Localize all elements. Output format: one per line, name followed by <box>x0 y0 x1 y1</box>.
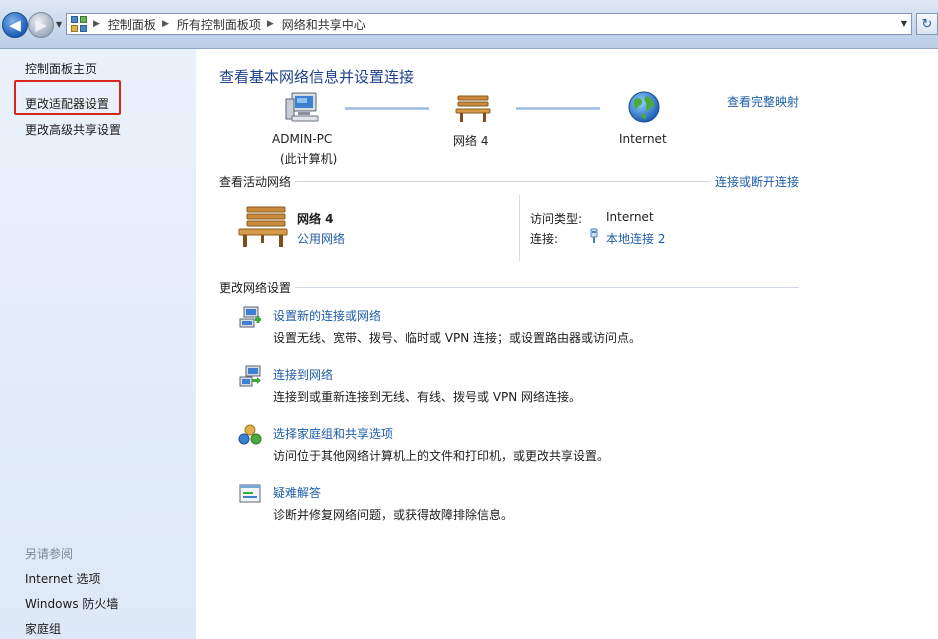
sidebar-link-advanced-sharing[interactable]: 更改高级共享设置 <box>25 121 121 138</box>
refresh-button[interactable]: ↻ <box>916 13 938 35</box>
breadcrumb-chevron-icon[interactable]: ▶ <box>162 19 169 29</box>
change-settings-header: 更改网络设置 <box>219 279 799 296</box>
task-troubleshoot-desc: 诊断并修复网络问题，或获得故障排除信息。 <box>273 508 514 522</box>
control-panel-icon <box>71 16 87 32</box>
sidebar-link-internet-options[interactable]: Internet 选项 <box>25 570 100 587</box>
address-dropdown-icon[interactable]: ▼ <box>901 19 907 28</box>
active-networks-header: 查看活动网络 连接或断开连接 <box>219 173 799 190</box>
task-new-connection-link[interactable]: 设置新的连接或网络 <box>273 307 381 324</box>
local-connection-link[interactable]: 本地连接 2 <box>606 230 665 247</box>
main-content: 查看基本网络信息并设置连接 查看完整映射 ADMIN-PC (此计算机) 网络 … <box>196 49 938 639</box>
back-button[interactable]: ◀ <box>2 12 28 38</box>
sidebar-link-homegroup[interactable]: 家庭组 <box>25 620 61 637</box>
breadcrumb-control-panel[interactable]: 控制面板 <box>108 16 156 33</box>
see-also-heading: 另请参阅 <box>25 547 74 561</box>
active-network-name: 网络 4 <box>297 212 334 226</box>
connection-line <box>345 107 429 110</box>
change-settings-title: 更改网络设置 <box>219 279 296 296</box>
homegroup-icon <box>238 424 262 445</box>
ethernet-plug-icon <box>590 228 598 243</box>
address-bar[interactable]: ▶ 控制面板 ▶ 所有控制面板项 ▶ 网络和共享中心 ▼ <box>66 13 912 35</box>
network-bench-icon <box>238 206 288 247</box>
task-homegroup-desc: 访问位于其他网络计算机上的文件和打印机，或更改共享设置。 <box>273 449 610 463</box>
connect-network-icon <box>239 365 261 387</box>
task-troubleshoot-link[interactable]: 疑难解答 <box>273 484 321 501</box>
task-new-connection-desc: 设置无线、宽带、拨号、临时或 VPN 连接；或设置路由器或访问点。 <box>273 331 642 345</box>
history-dropdown-icon[interactable]: ▼ <box>56 20 62 29</box>
task-connect-network-link[interactable]: 连接到网络 <box>273 366 333 383</box>
computer-name: ADMIN-PC <box>272 132 333 146</box>
globe-icon[interactable] <box>627 90 661 124</box>
active-networks-title: 查看活动网络 <box>219 173 296 190</box>
network-node-name: 网络 4 <box>453 134 489 148</box>
sidebar-link-control-panel-home[interactable]: 控制面板主页 <box>25 60 97 77</box>
connections-label: 连接: <box>530 232 559 246</box>
section-divider <box>219 287 799 288</box>
forward-button[interactable]: ▶ <box>28 12 54 38</box>
connection-line <box>516 107 600 110</box>
new-connection-icon <box>239 306 261 328</box>
view-full-map-link[interactable]: 查看完整映射 <box>727 93 799 110</box>
computer-sublabel: (此计算机) <box>280 152 338 166</box>
breadcrumb-chevron-icon[interactable]: ▶ <box>93 19 100 29</box>
refresh-icon: ↻ <box>921 16 933 32</box>
troubleshoot-icon <box>239 484 261 503</box>
access-type-label: 访问类型: <box>530 212 583 226</box>
breadcrumb-chevron-icon[interactable]: ▶ <box>267 19 274 29</box>
network-type-link[interactable]: 公用网络 <box>297 230 345 247</box>
sidebar-link-windows-firewall[interactable]: Windows 防火墙 <box>25 595 118 612</box>
back-arrow-icon: ◀ <box>9 16 21 34</box>
computer-icon[interactable] <box>284 91 320 123</box>
page-title: 查看基本网络信息并设置连接 <box>219 68 415 86</box>
vertical-divider <box>519 195 520 261</box>
sidebar-link-change-adapter-settings[interactable]: 更改适配器设置 <box>25 95 109 112</box>
sidebar: 控制面板主页 更改适配器设置 更改高级共享设置 另请参阅 Internet 选项… <box>0 49 196 639</box>
address-toolbar: ◀ ▶ ▼ ▶ 控制面板 ▶ 所有控制面板项 ▶ 网络和共享中心 ▼ ↻ <box>0 0 938 49</box>
internet-node-name: Internet <box>619 132 667 146</box>
forward-arrow-icon: ▶ <box>35 16 47 34</box>
connect-disconnect-link[interactable]: 连接或断开连接 <box>708 173 799 190</box>
access-type-value: Internet <box>606 210 654 224</box>
bench-icon[interactable] <box>455 93 491 123</box>
breadcrumb-network-center[interactable]: 网络和共享中心 <box>282 16 366 33</box>
breadcrumb-all-items[interactable]: 所有控制面板项 <box>177 16 261 33</box>
task-homegroup-link[interactable]: 选择家庭组和共享选项 <box>273 425 393 442</box>
task-connect-network-desc: 连接到或重新连接到无线、有线、拨号或 VPN 网络连接。 <box>273 390 582 404</box>
